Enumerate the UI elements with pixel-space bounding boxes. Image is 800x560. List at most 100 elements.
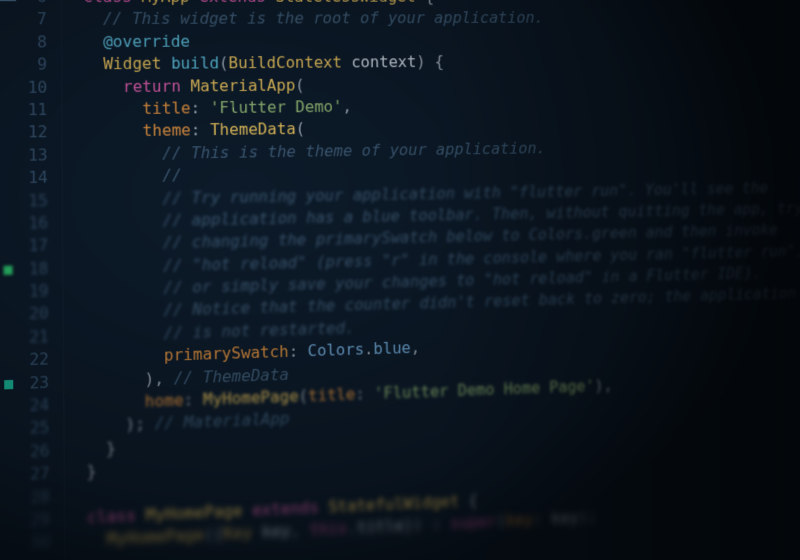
line-number: 7 [0, 9, 47, 32]
token-punct: : [184, 390, 203, 410]
token-punct: ); [125, 414, 154, 434]
token-ident: context [351, 52, 416, 71]
line-number: 6 [0, 0, 47, 9]
token-punct: , [290, 521, 309, 541]
line-number: 24 [0, 394, 49, 419]
token-punct: ( [296, 119, 306, 138]
line-number: 27 [0, 463, 50, 488]
token-type: Key [223, 523, 262, 544]
token-punct [85, 233, 163, 254]
line-number: 23 [0, 371, 49, 396]
token-punct: : [191, 98, 210, 117]
token-fn: build [171, 54, 219, 73]
token-const: Colors [307, 340, 364, 361]
token-comment: // [162, 166, 181, 185]
line-number: 16 [0, 212, 48, 236]
token-kw: return [123, 76, 191, 96]
line-number: 10 [0, 76, 47, 99]
token-punct: , [342, 97, 352, 116]
line-number: 11 [0, 99, 48, 122]
token-punct [84, 166, 162, 186]
token-comment: // is not restarted. [164, 318, 355, 343]
token-punct [86, 346, 164, 368]
token-ident: key [262, 521, 291, 541]
code-line[interactable]: // This widget is the root of your appli… [83, 7, 799, 31]
token-punct [86, 369, 145, 390]
gutter-marker [4, 265, 13, 274]
token-param: key [505, 510, 533, 530]
line-number: 9 [0, 54, 47, 77]
editor-viewport: 6789101112131415161718192021222324252627… [0, 0, 771, 560]
line-number: 20 [0, 303, 49, 327]
token-type: ThemeData [210, 120, 296, 140]
line-number: 26 [0, 440, 50, 465]
token-punct: : [191, 120, 210, 139]
token-punct [85, 256, 163, 277]
line-number: 18 [0, 257, 49, 281]
token-punct: ); [578, 507, 596, 526]
token-type: MyHomePage [203, 387, 299, 409]
token-punct: ( [298, 386, 308, 405]
token-punct [86, 392, 145, 413]
token-const: blue [373, 338, 411, 358]
token-punct: ( [219, 54, 229, 73]
token-punct: : [533, 509, 552, 529]
token-str: 'Flutter Demo' [210, 97, 343, 117]
token-comment: // This widget is the root of your appli… [103, 9, 544, 29]
token-punct: ({ [204, 524, 223, 544]
token-param: home [145, 390, 184, 411]
token-kw: this [309, 519, 347, 540]
token-punct: } [86, 462, 96, 482]
line-number-gutter: 6789101112131415161718192021222324252627… [0, 0, 66, 560]
token-punct: { [425, 0, 434, 5]
token-punct [84, 77, 123, 96]
token-fn: @override [103, 31, 190, 50]
token-punct: . [347, 518, 357, 537]
token-punct: . [364, 340, 374, 359]
token-punct [86, 323, 164, 345]
line-number: 30 [0, 531, 50, 556]
token-comment: // MaterialApp [155, 409, 290, 433]
token-punct: ( [295, 75, 305, 94]
token-ident: key [551, 508, 579, 528]
line-number: 15 [0, 189, 48, 213]
token-punct [84, 121, 143, 141]
line-number: 17 [0, 235, 48, 259]
token-kw: class [87, 505, 146, 527]
token-type: MyApp [141, 0, 199, 6]
token-punct [83, 32, 103, 51]
gutter-marker [4, 380, 13, 390]
line-number: 12 [0, 121, 48, 144]
token-punct: : [289, 342, 308, 362]
token-ident: title [357, 516, 404, 537]
line-number: 19 [0, 280, 49, 304]
token-kw: super [450, 512, 496, 533]
token-type: MaterialApp [190, 75, 295, 95]
token-punct: ) { [416, 52, 444, 71]
token-punct [84, 143, 162, 163]
token-comment: // ThemeData [174, 364, 289, 387]
code-area[interactable]: class MyApp extends StatelessWidget { //… [61, 0, 800, 560]
token-punct: } [86, 438, 116, 458]
token-param: title [308, 385, 355, 406]
token-punct [85, 301, 163, 322]
token-punct: }) : [404, 514, 451, 535]
line-number: 25 [0, 417, 50, 442]
token-punct: ), [145, 368, 174, 388]
token-type: BuildContext [228, 53, 351, 73]
token-punct: , [411, 338, 421, 357]
token-param: title [142, 98, 190, 117]
token-type: MyHomePage [146, 501, 253, 525]
gutter-marker [0, 0, 16, 1]
token-kw: class [83, 0, 141, 6]
code-editor[interactable]: 6789101112131415161718192021222324252627… [0, 0, 771, 560]
token-punct: ( [496, 512, 505, 531]
token-punct [85, 211, 163, 232]
token-kw: extends [252, 497, 328, 519]
token-type: StatelessWidget [275, 0, 425, 6]
token-punct [84, 54, 104, 73]
token-kw: extends [199, 0, 275, 6]
token-punct [85, 278, 163, 299]
token-punct [86, 415, 125, 436]
token-punct [87, 530, 107, 550]
